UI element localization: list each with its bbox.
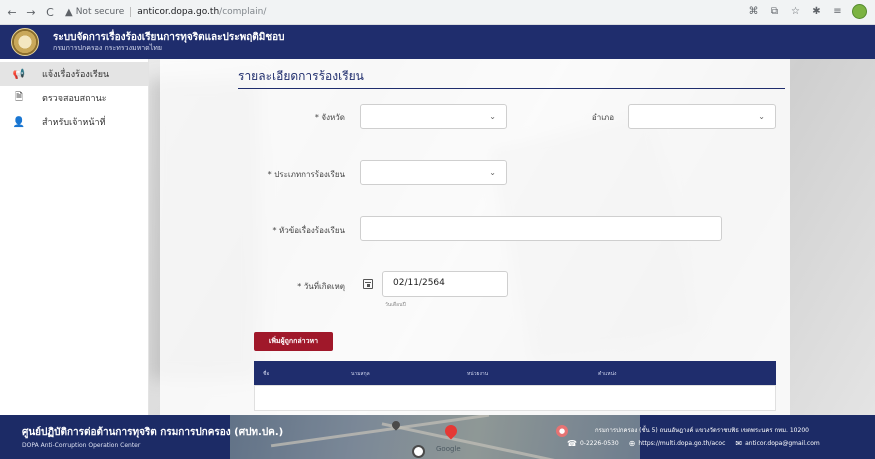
subject-input[interactable]: [360, 216, 722, 241]
main-content: รายละเอียดการร้องเรียน * จังหวัด ⌄ อำเภอ…: [149, 59, 875, 415]
globe-icon: ⊕: [628, 439, 636, 448]
sidebar-item-label: แจ้งเรื่องร้องเรียน: [42, 70, 110, 80]
date-format-hint: วันเดือนปี: [385, 302, 406, 308]
warning-icon: ▲: [65, 6, 73, 18]
ministry-seal-logo: [11, 28, 39, 56]
app-header: ระบบจัดการเรื่องร้องเรียนการทุจริตและประ…: [0, 25, 875, 59]
column-header-position: ตำแหน่ง: [598, 371, 617, 377]
footer: Google ศูนย์ปฏิบัติการต่อต้านการทุจริต ก…: [0, 415, 875, 459]
sidebar-item-label: สำหรับเจ้าหน้าที่: [42, 118, 106, 128]
chevron-down-icon: ⌄: [489, 112, 496, 121]
website-text: https://multi.dopa.go.th/acoc: [638, 440, 726, 447]
footer-address: กรมการปกครอง (ชั้น 5) ถนนอัษฎางค์ แขวงวั…: [595, 427, 809, 434]
forward-icon[interactable]: →: [24, 5, 38, 19]
reload-icon[interactable]: C: [43, 5, 57, 19]
map-road: [381, 422, 559, 459]
section-title: รายละเอียดการร้องเรียน: [238, 69, 364, 83]
incident-date-label: * วันที่เกิดเหตุ: [297, 282, 345, 291]
column-header-surname: นามสกุล: [351, 371, 370, 377]
staff-icon: 👤: [12, 116, 26, 128]
sidebar-item-report-complaint[interactable]: 📢 แจ้งเรื่องร้องเรียน: [0, 62, 148, 86]
sidebar-item-check-status[interactable]: 🗎 ตรวจสอบสถานะ: [0, 86, 148, 110]
map-marker-icon: [412, 445, 425, 458]
sidebar-item-label: ตรวจสอบสถานะ: [42, 94, 107, 104]
accused-table-header: ชื่อ นามสกุล หน่วยงาน ตำแหน่ง: [254, 361, 776, 385]
calendar-icon[interactable]: [363, 279, 373, 289]
browser-actions: ⌘ ⧉ ☆ ✱ ≡: [747, 4, 867, 19]
column-header-agency: หน่วยงาน: [467, 371, 489, 377]
app-subtitle: กรมการปกครอง กระทรวงมหาดไทย: [53, 43, 162, 52]
url-path: /complain/: [219, 7, 267, 17]
browser-toolbar: ← → C ▲ Not secure anticor.dopa.go.th/co…: [0, 0, 875, 25]
sidebar-item-staff[interactable]: 👤 สำหรับเจ้าหน้าที่: [0, 110, 148, 134]
address-pin-icon: ●: [556, 425, 568, 437]
province-select[interactable]: ⌄: [360, 104, 507, 129]
district-label: อำเภอ: [591, 113, 614, 122]
section-divider: [238, 88, 785, 89]
document-icon: 🗎: [14, 91, 24, 103]
map-provider-label: Google: [436, 445, 461, 453]
province-label: * จังหวัด: [314, 113, 345, 122]
chevron-down-icon: ⌄: [489, 168, 496, 177]
email-text: anticor.dopa@gmail.com: [745, 440, 820, 447]
complaint-type-select[interactable]: ⌄: [360, 160, 507, 185]
translate-icon[interactable]: ⌘: [747, 5, 760, 18]
add-accused-button[interactable]: เพิ่มผู้ถูกกล่าวหา: [254, 332, 333, 351]
footer-website[interactable]: ⊕ https://multi.dopa.go.th/acoc: [629, 439, 726, 448]
footer-org-name-en: DOPA Anti-Corruption Operation Center: [22, 442, 141, 449]
reading-list-icon[interactable]: ≡: [831, 5, 844, 18]
complaint-form: รายละเอียดการร้องเรียน * จังหวัด ⌄ อำเภอ…: [160, 59, 790, 415]
email-icon: ✉: [735, 439, 743, 448]
footer-org: ศูนย์ปฏิบัติการต่อต้านการทุจริต กรมการปก…: [22, 425, 283, 449]
column-header-name: ชื่อ: [263, 371, 270, 377]
puzzle-icon[interactable]: ✱: [810, 5, 823, 18]
district-select[interactable]: ⌄: [628, 104, 776, 129]
address-bar[interactable]: ▲ Not secure anticor.dopa.go.th/complain…: [65, 3, 266, 21]
sidebar: 📢 แจ้งเรื่องร้องเรียน 🗎 ตรวจสอบสถานะ 👤 ส…: [0, 59, 149, 415]
profile-avatar[interactable]: [852, 4, 867, 19]
incident-date-input[interactable]: 02/11/2564: [382, 271, 508, 297]
megaphone-icon: 📢: [12, 68, 26, 80]
subject-label: * หัวข้อเรื่องร้องเรียน: [272, 226, 345, 235]
url-separator: [130, 7, 132, 17]
chevron-down-icon: ⌄: [758, 112, 765, 121]
footer-email[interactable]: ✉ anticor.dopa@gmail.com: [735, 439, 819, 448]
back-icon[interactable]: ←: [5, 5, 19, 19]
not-secure-label: Not secure: [75, 7, 125, 17]
url-host: anticor.dopa.go.th: [137, 7, 220, 17]
accused-table-body: [254, 385, 776, 411]
header-text: ระบบจัดการเรื่องร้องเรียนการทุจริตและประ…: [53, 32, 285, 52]
location-map[interactable]: [230, 415, 640, 459]
star-icon[interactable]: ☆: [789, 5, 802, 18]
phone-icon: ☎: [567, 439, 577, 448]
footer-phone[interactable]: ☎ 0-2226-0530: [567, 439, 619, 448]
footer-org-name: ศูนย์ปฏิบัติการต่อต้านการทุจริต กรมการปก…: [22, 427, 284, 438]
extension-icon[interactable]: ⧉: [768, 5, 781, 18]
phone-text: 0-2226-0530: [579, 440, 619, 447]
footer-contacts: ☎ 0-2226-0530 ⊕ https://multi.dopa.go.th/a…: [567, 439, 820, 448]
app-title: ระบบจัดการเรื่องร้องเรียนการทุจริตและประ…: [53, 31, 285, 43]
complaint-type-label: * ประเภทการร้องเรียน: [267, 170, 345, 179]
